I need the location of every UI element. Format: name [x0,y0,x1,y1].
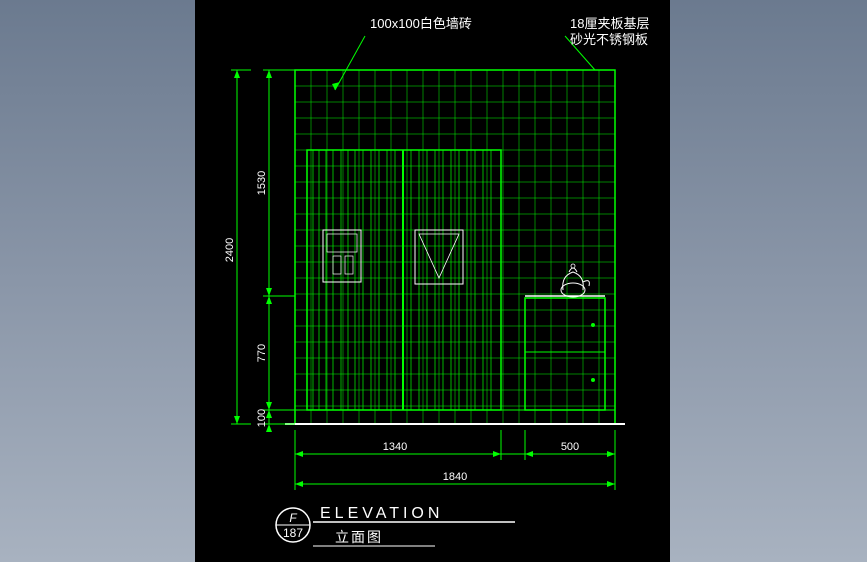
svg-text:1340: 1340 [383,441,407,453]
label-panel-2: 砂光不锈钢板 [570,32,648,47]
elevation-drawing: 100x100白色墙砖 18厘夹板基层 砂光不锈钢板 [195,0,670,562]
svg-text:2400: 2400 [224,238,236,262]
label-panel-1: 18厘夹板基层 [570,16,649,31]
title-main: ELEVATION [320,505,443,522]
title-sub: 立面图 [335,529,383,545]
dim-height-segments: 1530 770 100 [256,70,295,432]
tag-letter: F [289,511,297,525]
kettle-icon [561,264,589,297]
svg-text:770: 770 [256,344,268,362]
dim-height-total: 2400 [224,70,251,424]
svg-text:500: 500 [561,441,579,453]
svg-text:100: 100 [256,409,268,427]
cad-viewport: 100x100白色墙砖 18厘夹板基层 砂光不锈钢板 [195,0,670,562]
label-tile: 100x100白色墙砖 [370,16,472,31]
dim-width-segments: 1340 500 [295,430,615,460]
tile-grid [295,70,615,424]
refrigerator [307,150,501,410]
title-block: F 187 ELEVATION 立面图 [276,505,515,546]
cabinet [525,296,605,410]
leader-tile [335,36,365,90]
tag-number: 187 [283,526,303,540]
svg-text:1530: 1530 [256,171,268,195]
svg-text:1840: 1840 [443,471,467,483]
dim-width-total: 1840 [295,460,615,490]
